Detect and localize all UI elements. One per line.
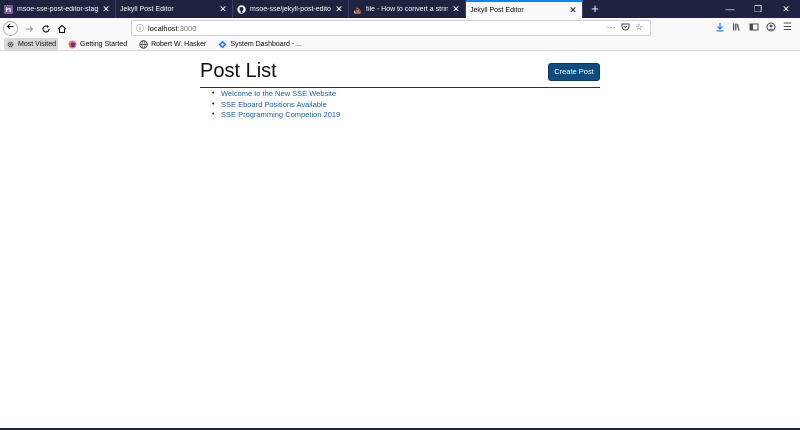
jira-icon — [218, 40, 227, 49]
account-icon[interactable] — [762, 22, 779, 35]
home-icon — [57, 24, 67, 34]
library-icon[interactable] — [728, 22, 745, 35]
url-port: :3000 — [177, 23, 197, 33]
pocket-icon[interactable] — [618, 22, 632, 33]
globe-icon — [139, 39, 148, 49]
bullet: • — [212, 100, 215, 108]
minimize-button[interactable]: — — [716, 0, 744, 18]
gear-icon — [6, 40, 15, 49]
post-list-container: Post List Create Post • Welcome to the Ne… — [200, 51, 600, 119]
page-content: Post List Create Post • Welcome to the Ne… — [0, 51, 800, 430]
list-item: • SSE Eboard Positions Available — [212, 100, 340, 111]
close-tab-icon[interactable]: ✕ — [218, 4, 228, 14]
address-bar-actions: ⋯ ☆ — [604, 22, 646, 33]
bookmark-label: Getting Started — [80, 40, 128, 48]
firefox-icon — [68, 40, 77, 49]
forward-arrow-icon — [25, 26, 34, 32]
bookmark-label: System Dashboard - ... — [230, 40, 302, 48]
bookmark-getting-started[interactable]: Getting Started — [66, 38, 129, 50]
downloads-icon[interactable] — [711, 22, 728, 35]
post-list: • Welcome to the New SSE Website • SSE Ebo… — [212, 89, 340, 121]
list-item: • SSE Programming Competion 2019 — [212, 110, 340, 121]
bookmark-label: Robert W. Hasker — [151, 40, 207, 48]
bookmark-label: Most Visited — [18, 40, 56, 48]
tab-strip: msoe-sse-post-editor-staging ✕ Jekyll Po… — [0, 0, 800, 18]
forward-button[interactable] — [22, 22, 36, 36]
home-button[interactable] — [55, 22, 69, 36]
tab-jekyll-post-editor[interactable]: Jekyll Post Editor ✕ — [116, 0, 233, 18]
menu-icon[interactable]: ☰ — [779, 22, 796, 35]
bookmark-robert-hasker[interactable]: Robert W. Hasker — [137, 38, 208, 50]
new-tab-button[interactable]: + — [586, 0, 604, 18]
tab-title: Jekyll Post Editor — [470, 6, 524, 14]
bookmark-most-visited[interactable]: Most Visited — [4, 38, 58, 50]
create-post-button[interactable]: Create Post — [548, 63, 600, 81]
stackoverflow-icon — [353, 5, 362, 14]
close-tab-icon[interactable]: ✕ — [568, 5, 578, 15]
address-bar[interactable]: ⓘ localhost:3000 ⋯ ☆ — [131, 20, 651, 36]
bullet: • — [212, 90, 215, 97]
page-actions-icon[interactable]: ⋯ — [604, 22, 618, 33]
bookmark-star-icon[interactable]: ☆ — [632, 22, 646, 33]
bullet: • — [212, 111, 215, 118]
post-link[interactable]: Welcome to the New SSE Website — [221, 89, 336, 100]
window-controls: — ❐ ✕ — [716, 0, 800, 18]
tab-title: Jekyll Post Editor — [120, 5, 174, 13]
tab-msoe-sse-post-editor-staging[interactable]: msoe-sse-post-editor-staging ✕ — [0, 0, 116, 18]
post-link[interactable]: SSE Eboard Positions Available — [221, 100, 327, 111]
back-arrow-icon — [6, 23, 14, 30]
close-tab-icon[interactable]: ✕ — [334, 4, 344, 14]
reload-icon — [42, 25, 50, 33]
close-window-button[interactable]: ✕ — [772, 0, 800, 18]
tab-github-repo[interactable]: msoe-sse/jekyll-post-editor at ✕ — [233, 0, 349, 18]
tab-title: file - How to convert a string to — [366, 5, 448, 13]
github-icon — [237, 4, 246, 14]
toolbar-right: ☰ — [711, 22, 796, 35]
tab-title: msoe-sse/jekyll-post-editor at — [250, 5, 331, 13]
restore-button[interactable]: ❐ — [744, 0, 772, 18]
site-info-icon[interactable]: ⓘ — [132, 23, 148, 34]
bookmarks-toolbar: Most Visited Getting Started Robert W. H… — [0, 38, 800, 51]
list-item: • Welcome to the New SSE Website — [212, 89, 340, 100]
page-title: Post List — [200, 60, 277, 82]
bookmark-system-dashboard[interactable]: System Dashboard - ... — [216, 38, 304, 50]
tab-title: msoe-sse-post-editor-staging — [17, 5, 98, 13]
page-header: Post List Create Post — [200, 51, 600, 88]
navigation-toolbar: ⓘ localhost:3000 ⋯ ☆ ☰ — [0, 18, 800, 38]
close-tab-icon[interactable]: ✕ — [101, 4, 111, 14]
tab-stackoverflow[interactable]: file - How to convert a string to ✕ — [349, 0, 466, 18]
sidebar-icon[interactable] — [745, 22, 762, 35]
url-text[interactable]: localhost:3000 — [148, 24, 196, 33]
post-link[interactable]: SSE Programming Competion 2019 — [221, 110, 340, 121]
url-host: localhost — [148, 23, 178, 33]
close-tab-icon[interactable]: ✕ — [451, 4, 461, 14]
reload-button[interactable] — [39, 22, 53, 36]
heroku-icon — [4, 4, 13, 14]
back-button[interactable] — [3, 21, 18, 36]
tab-jekyll-post-editor-active[interactable]: Jekyll Post Editor ✕ — [466, 0, 583, 18]
